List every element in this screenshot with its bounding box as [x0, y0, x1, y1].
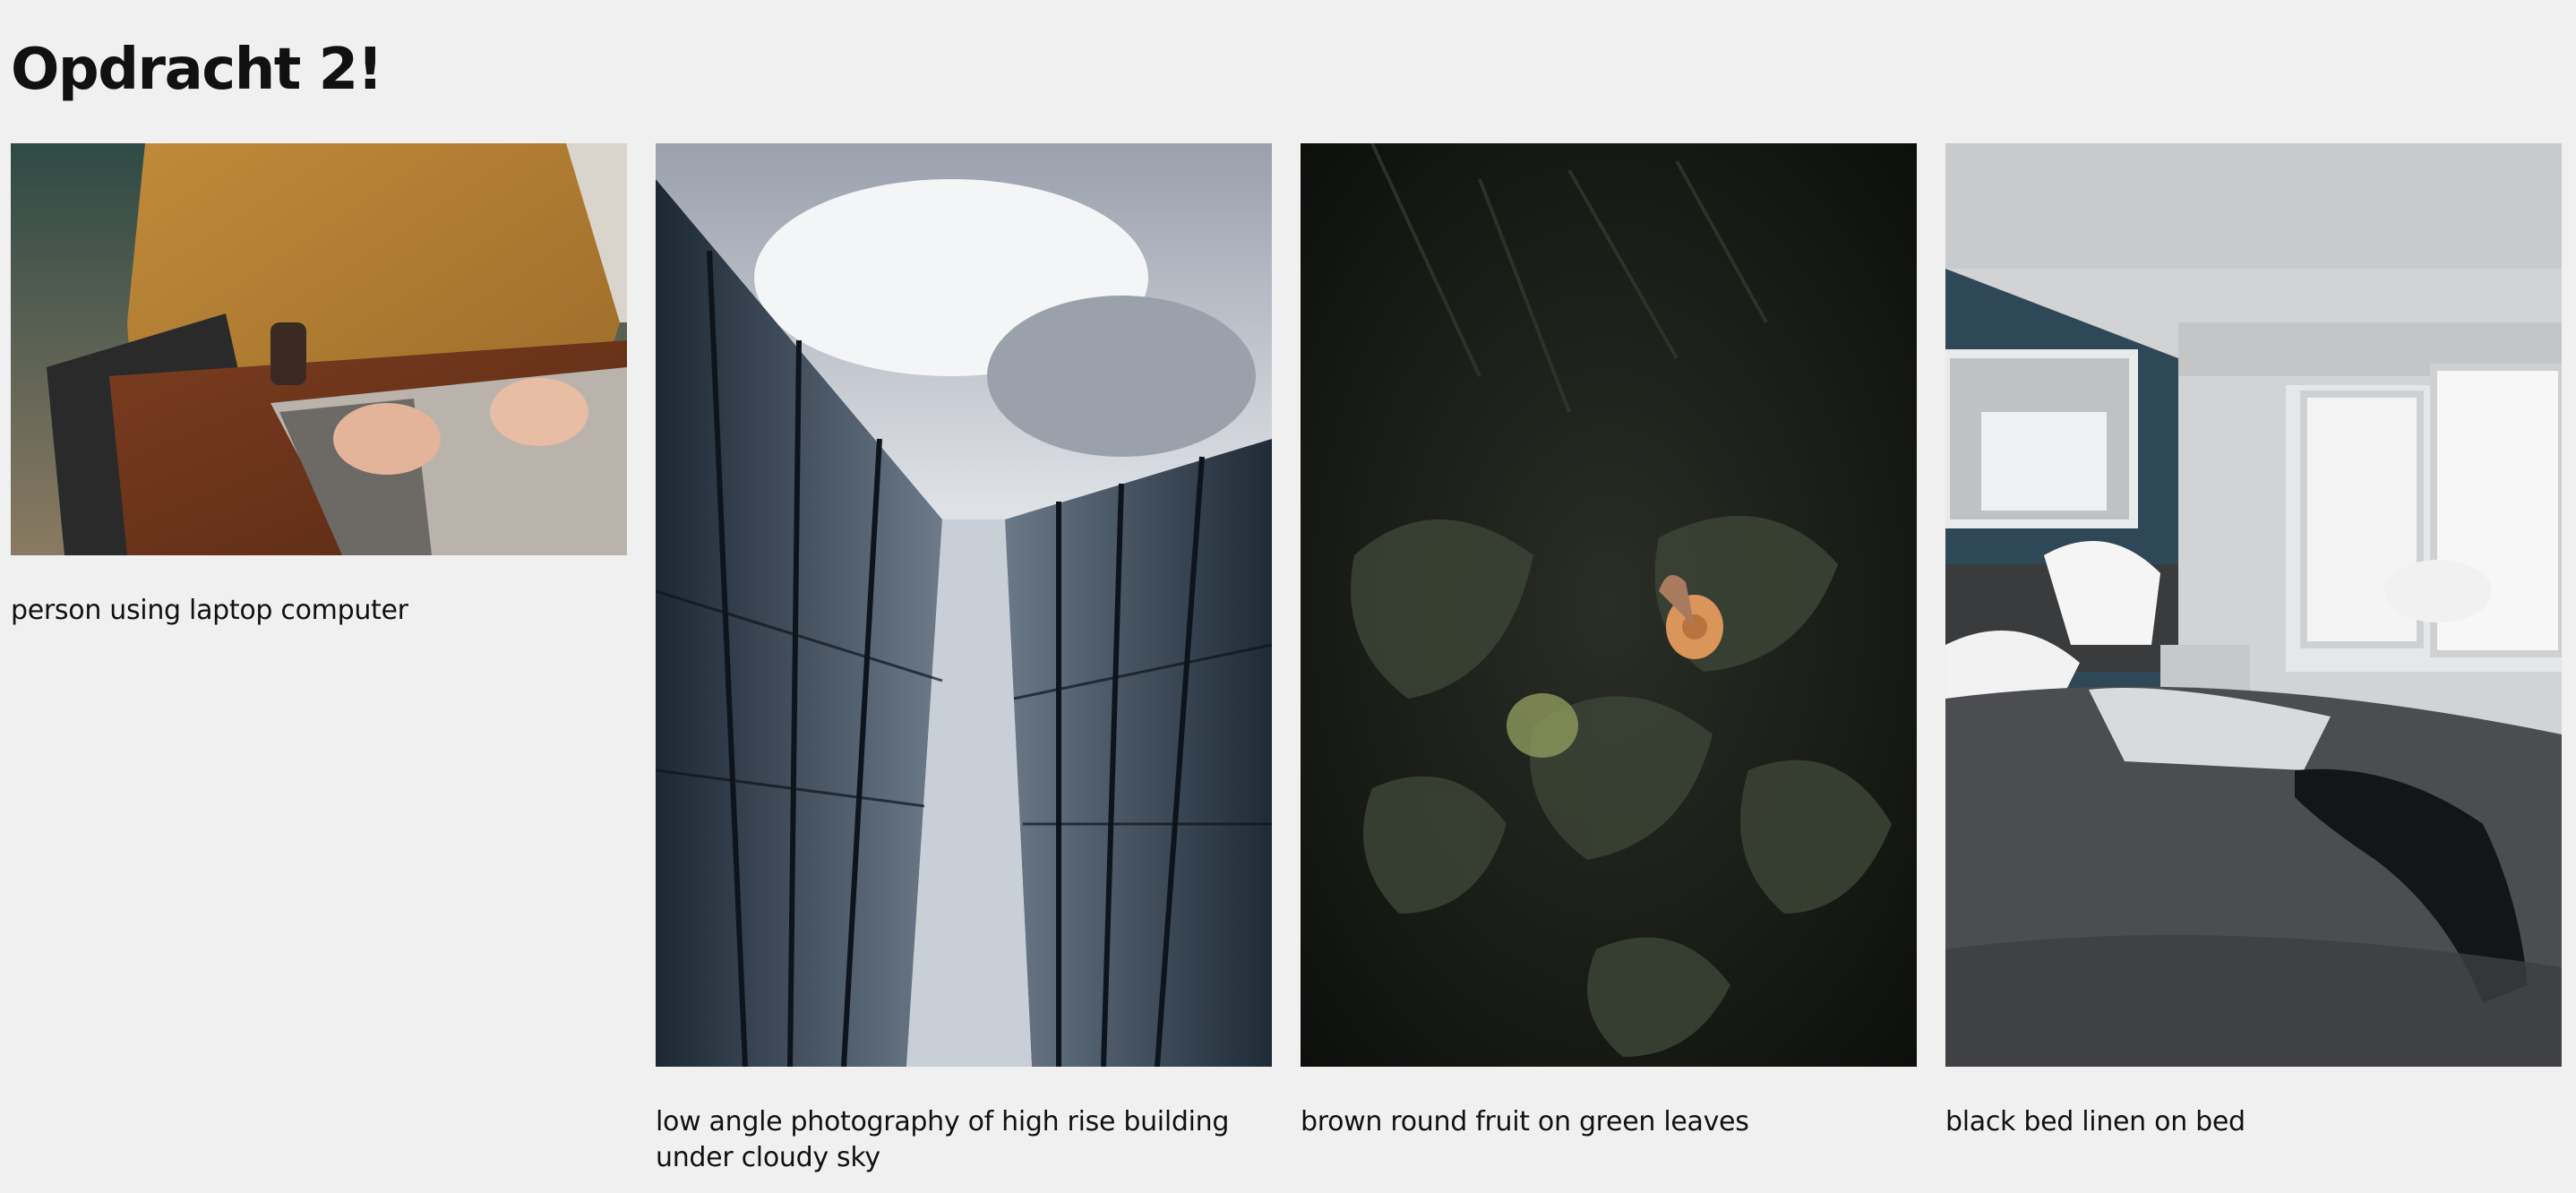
gallery-card: brown round fruit on green leaves: [1301, 143, 1917, 1140]
snail-leaves-image: [1301, 143, 1917, 1067]
bedroom-image: [1945, 143, 2562, 1067]
image-caption: brown round fruit on green leaves: [1301, 1106, 1749, 1137]
image-gallery: person using laptop computer low angle p…: [11, 143, 2562, 1176]
person-laptop-image: [11, 143, 627, 555]
image-caption: black bed linen on bed: [1945, 1106, 2245, 1137]
gallery-card: low angle photography of high rise build…: [656, 143, 1272, 1176]
page-title: Opdracht 2!: [11, 37, 383, 103]
image-caption: low angle photography of high rise build…: [656, 1106, 1230, 1173]
image-caption: person using laptop computer: [11, 595, 408, 626]
gallery-card: black bed linen on bed: [1945, 143, 2562, 1140]
gallery-card: person using laptop computer: [11, 143, 627, 629]
high-rise-building-image: [656, 143, 1272, 1067]
